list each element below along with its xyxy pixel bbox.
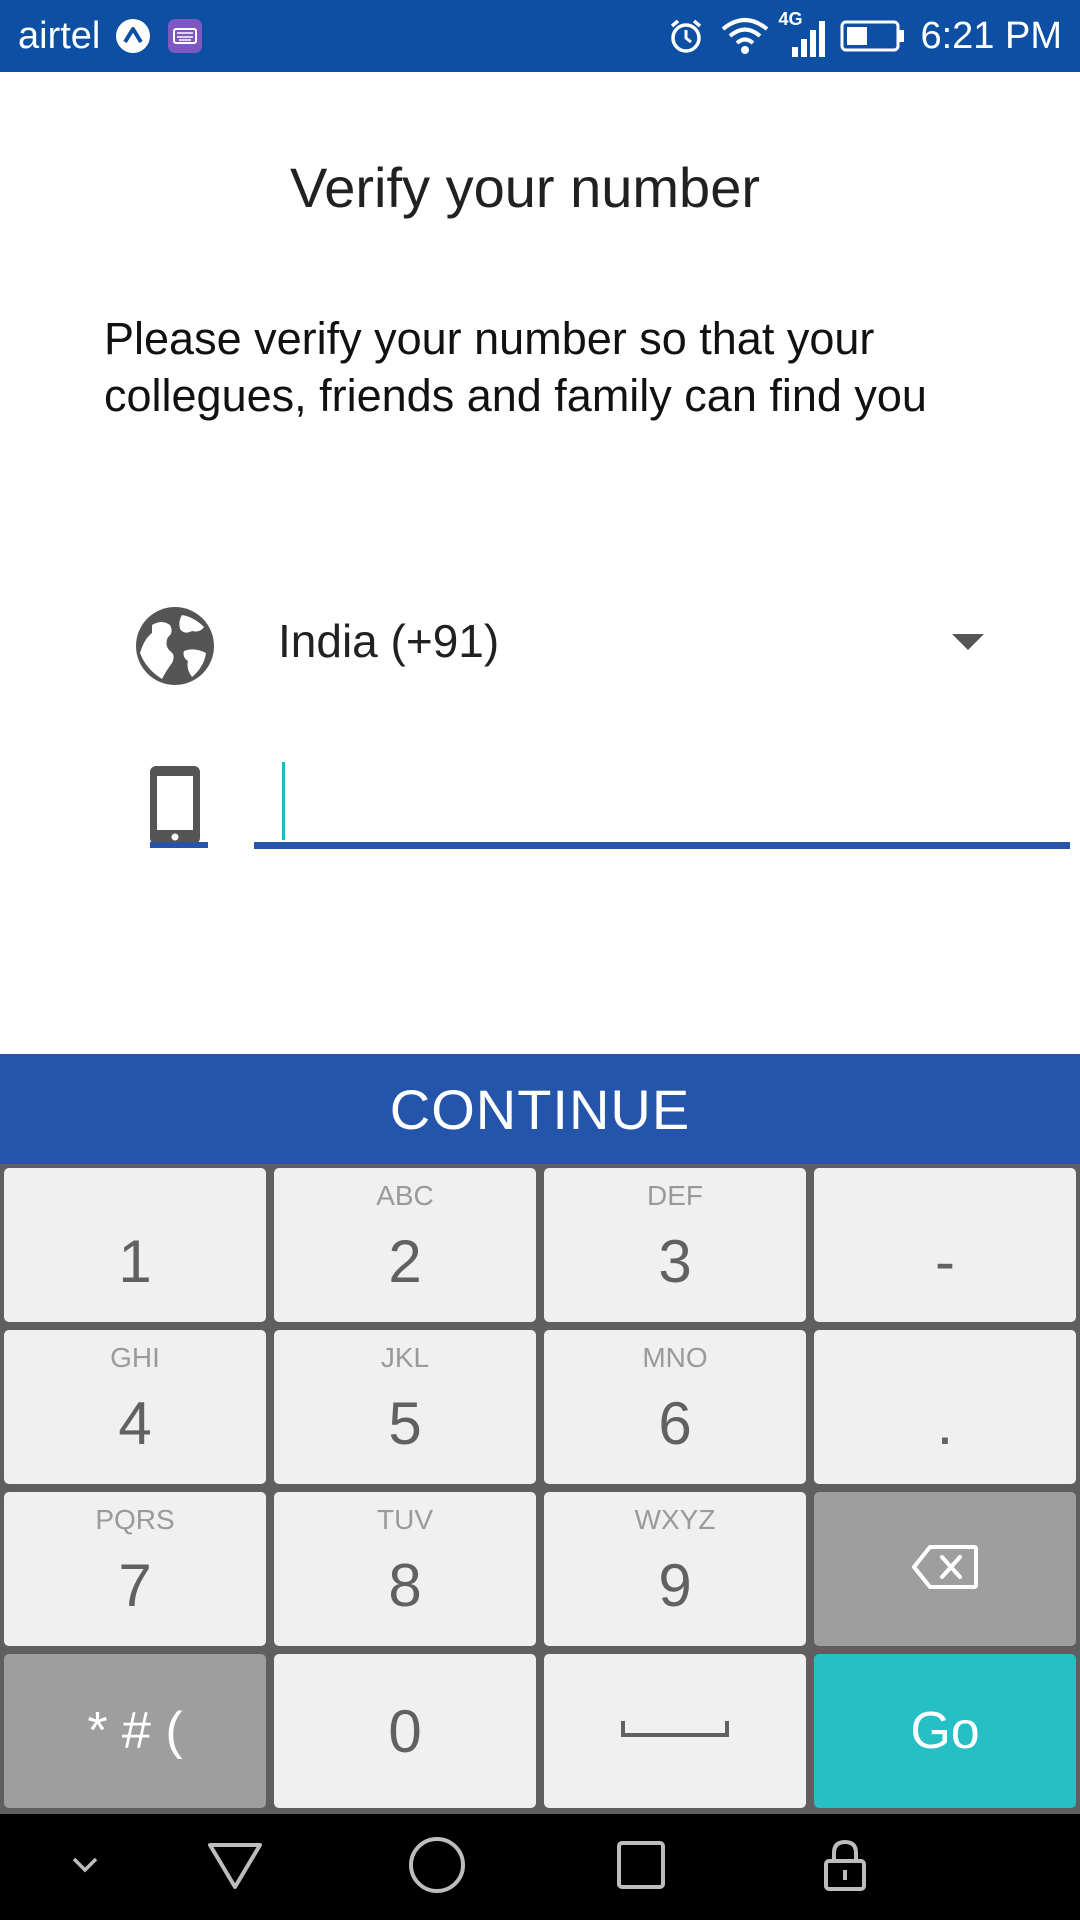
key-digit: 0 xyxy=(388,1697,422,1765)
key-9[interactable]: WXYZ 9 xyxy=(544,1492,806,1646)
back-button[interactable] xyxy=(190,1814,280,1920)
hide-keyboard-icon xyxy=(70,1855,100,1880)
recents-icon xyxy=(615,1839,667,1896)
key-digit: 8 xyxy=(388,1552,422,1619)
key-go[interactable]: Go xyxy=(814,1654,1076,1808)
key-letters: ABC xyxy=(376,1180,434,1211)
globe-icon xyxy=(134,605,216,687)
lock-icon xyxy=(822,1837,868,1898)
key-8[interactable]: TUV 8 xyxy=(274,1492,536,1646)
key-letters: MNO xyxy=(642,1342,708,1373)
network-type-label: 4G xyxy=(778,9,803,29)
chevron-down-icon xyxy=(952,634,984,650)
key-symbol: . xyxy=(936,1390,954,1457)
key-letters: JKL xyxy=(380,1342,430,1373)
key-letters: PQRS xyxy=(95,1504,175,1535)
key-2[interactable]: ABC 2 xyxy=(274,1168,536,1322)
clock: 6:21 PM xyxy=(920,14,1062,57)
recents-button[interactable] xyxy=(596,1814,686,1920)
key-0[interactable]: 0 xyxy=(274,1654,536,1808)
continue-button[interactable]: CONTINUE xyxy=(0,1054,1080,1164)
status-left: airtel xyxy=(18,0,203,72)
key-letters: TUV xyxy=(377,1504,433,1535)
key-4[interactable]: GHI 4 xyxy=(4,1330,266,1484)
navigation-bar xyxy=(0,1814,1080,1920)
phone-number-input[interactable] xyxy=(254,760,1070,850)
key-letters: DEF xyxy=(647,1180,703,1211)
key-period[interactable]: . xyxy=(814,1330,1076,1484)
description-text: Please verify your number so that your c… xyxy=(104,313,927,421)
carrier-label: airtel xyxy=(18,14,101,57)
country-selector[interactable]: India (+91) xyxy=(134,600,994,690)
keyboard-icon xyxy=(168,19,203,53)
key-dash[interactable]: - xyxy=(814,1168,1076,1322)
page-title: Verify your number xyxy=(290,156,760,219)
alarm-icon xyxy=(664,14,708,58)
key-symbols-label: * # ( xyxy=(87,1702,183,1760)
key-backspace[interactable] xyxy=(814,1492,1076,1646)
text-cursor xyxy=(282,762,285,840)
key-symbols[interactable]: * # ( xyxy=(4,1654,266,1808)
key-digit: 2 xyxy=(388,1228,422,1295)
key-digit: 9 xyxy=(658,1552,692,1619)
signal-icon: 4G xyxy=(778,9,828,59)
key-digit: 6 xyxy=(658,1390,692,1457)
key-6[interactable]: MNO 6 xyxy=(544,1330,806,1484)
wifi-icon xyxy=(720,14,770,58)
hide-keyboard-button[interactable] xyxy=(40,1814,130,1920)
key-digit: 1 xyxy=(118,1228,152,1295)
key-3[interactable]: DEF 3 xyxy=(544,1168,806,1322)
home-button[interactable] xyxy=(392,1814,482,1920)
key-letters: WXYZ xyxy=(634,1504,716,1535)
input-underline xyxy=(254,842,1070,849)
key-digit: 7 xyxy=(118,1552,152,1619)
key-digit: 3 xyxy=(658,1228,692,1295)
key-7[interactable]: PQRS 7 xyxy=(4,1492,266,1646)
space-icon xyxy=(620,1717,730,1746)
lock-button[interactable] xyxy=(800,1814,890,1920)
key-symbol: - xyxy=(935,1228,955,1295)
back-icon xyxy=(205,1839,265,1896)
go-label: Go xyxy=(910,1702,980,1760)
key-space[interactable] xyxy=(544,1654,806,1808)
home-icon xyxy=(407,1835,467,1900)
backspace-icon xyxy=(910,1543,980,1596)
status-bar: airtel 4G 6:21 PM xyxy=(0,0,1080,72)
phone-icon xyxy=(148,762,210,848)
key-digit: 5 xyxy=(388,1390,422,1457)
key-1[interactable]: 1 xyxy=(4,1168,266,1322)
arrow-up-circle-icon xyxy=(116,19,151,53)
numeric-keyboard: 1 ABC 2 DEF 3 - GHI 4 JKL 5 MNO 6 . PQRS… xyxy=(0,1164,1080,1814)
country-selected: India (+91) xyxy=(278,615,500,667)
key-digit: 4 xyxy=(118,1390,152,1457)
status-right: 4G 6:21 PM xyxy=(664,0,1062,72)
battery-icon xyxy=(840,18,906,54)
key-letters: GHI xyxy=(110,1342,160,1373)
phone-row xyxy=(148,760,1070,860)
key-5[interactable]: JKL 5 xyxy=(274,1330,536,1484)
